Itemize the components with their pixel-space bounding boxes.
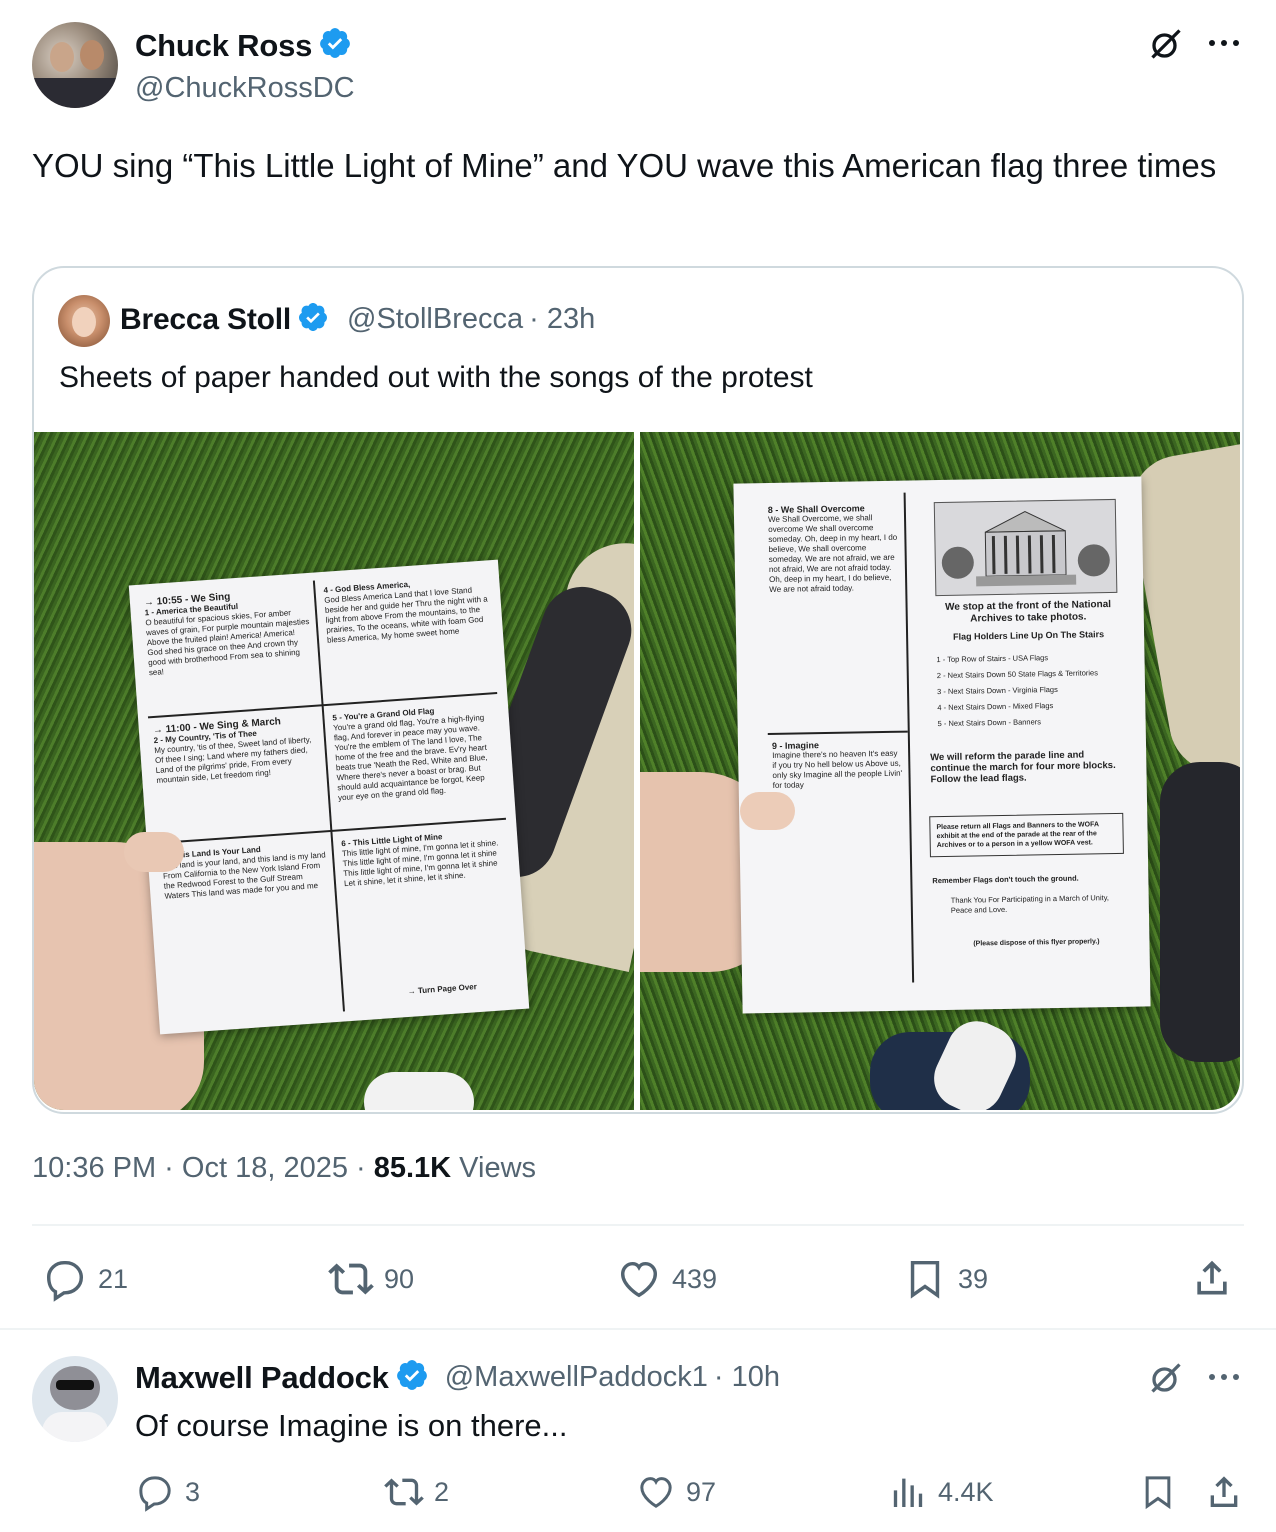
- repost-count: 90: [384, 1263, 415, 1294]
- reply-count: 21: [98, 1263, 129, 1294]
- share-icon: [1197, 1260, 1227, 1295]
- flyer-thanks: Thank You For Participating in a March o…: [950, 893, 1110, 915]
- flyer-lyrics: We Shall Overcome, we shall overcome We …: [767, 513, 898, 594]
- quoted-author-avatar[interactable]: [58, 295, 110, 347]
- quoted-tweet-text: Sheets of paper handed out with the song…: [59, 361, 813, 394]
- share-icon: [1210, 1476, 1238, 1507]
- like-count: 439: [672, 1263, 718, 1294]
- author-avatar[interactable]: [32, 22, 118, 108]
- views-icon: [893, 1478, 923, 1507]
- grok-icon[interactable]: [1148, 1360, 1184, 1396]
- flyer-left: → 10:55 - We Sing 1 - America the Beauti…: [128, 559, 530, 1035]
- reply-repost-count: 2: [434, 1476, 450, 1507]
- like-icon: [620, 1261, 658, 1298]
- verified-badge-icon: [297, 301, 329, 338]
- photo-right[interactable]: 8 - We Shall Overcome We Shall Overcome,…: [640, 432, 1240, 1110]
- reply-share-button[interactable]: [1204, 1472, 1244, 1517]
- flyer-right: 8 - We Shall Overcome We Shall Overcome,…: [733, 476, 1151, 1014]
- reply-button[interactable]: 21: [42, 1256, 128, 1302]
- views-label: Views: [451, 1152, 537, 1184]
- author-name[interactable]: Chuck Ross: [135, 28, 312, 64]
- reply-author-handle[interactable]: @MaxwellPaddock1: [445, 1361, 708, 1394]
- flyer-reform-note: We will reform the parade line and conti…: [930, 749, 1116, 786]
- reply-reply-count: 3: [185, 1476, 201, 1507]
- bookmark-icon: [910, 1260, 940, 1299]
- reply-reply-button[interactable]: 3: [135, 1472, 200, 1512]
- verified-badge-icon: [395, 1358, 429, 1397]
- like-icon: [640, 1477, 672, 1508]
- reply-age[interactable]: · 10h: [714, 1361, 780, 1394]
- repost-icon: [328, 1263, 374, 1295]
- author-handle[interactable]: @ChuckRossDC: [135, 72, 355, 105]
- flyer-stair-row: 5 - Next Stairs Down - Banners: [937, 717, 1042, 729]
- repost-button[interactable]: 90: [328, 1256, 414, 1302]
- tweet-text: YOU sing “This Little Light of Mine” and…: [32, 147, 1217, 184]
- quoted-tweet-age[interactable]: · 23h: [529, 303, 595, 336]
- tweet-timestamp[interactable]: 10:36 PM · Oct 18, 2025 ·: [32, 1152, 374, 1184]
- more-icon[interactable]: [1206, 1364, 1242, 1390]
- like-button[interactable]: 439: [616, 1256, 717, 1302]
- reply-like-button[interactable]: 97: [636, 1472, 716, 1512]
- quoted-author-handle[interactable]: @StollBrecca: [347, 303, 523, 336]
- bookmark-icon: [1145, 1476, 1171, 1510]
- reply-author-avatar[interactable]: [32, 1356, 118, 1442]
- flyer-remember: Remember Flags don't touch the ground.: [932, 873, 1079, 886]
- flyer-lyrics: Imagine there's no heaven It's easy if y…: [772, 748, 903, 790]
- flyer-lyrics: You're a grand old flag, You're a high-f…: [332, 712, 488, 803]
- flyer-lyrics: O beautiful for spacious skies, For ambe…: [145, 608, 310, 678]
- reply-icon: [46, 1260, 84, 1302]
- reply-views-count: 4.4K: [938, 1476, 994, 1507]
- quoted-author-name[interactable]: Brecca Stoll: [120, 303, 291, 337]
- divider: [0, 1328, 1276, 1330]
- more-icon[interactable]: [1206, 30, 1242, 56]
- bookmark-button[interactable]: 39: [902, 1256, 988, 1302]
- share-button[interactable]: [1190, 1256, 1234, 1305]
- divider: [32, 1224, 1244, 1226]
- archives-building-image: [933, 498, 1118, 597]
- reply-bookmark-button[interactable]: [1138, 1472, 1178, 1517]
- flyer-notice: Flag Holders Line Up On The Stairs: [953, 629, 1105, 642]
- repost-icon: [384, 1478, 424, 1506]
- flyer-return-box: Please return all Flags and Banners to t…: [929, 812, 1124, 858]
- reply-text: Of course Imagine is on there...: [135, 1408, 568, 1443]
- flyer-notice: We stop at the front of the National Arc…: [945, 599, 1112, 625]
- verified-badge-icon[interactable]: [318, 26, 352, 65]
- flyer-turn-page: → Turn Page Over: [407, 982, 478, 996]
- flyer-dispose: (Please dispose of this flyer properly.): [973, 938, 1100, 948]
- reply-views-button[interactable]: 4.4K: [888, 1472, 994, 1512]
- reply-author-name[interactable]: Maxwell Paddock: [135, 1360, 389, 1396]
- reply-icon: [139, 1476, 171, 1512]
- bookmark-count: 39: [958, 1263, 989, 1294]
- photo-left[interactable]: → 10:55 - We Sing 1 - America the Beauti…: [34, 432, 634, 1110]
- flyer-lyrics: God Bless America Land that I love Stand…: [323, 585, 488, 645]
- reply-repost-button[interactable]: 2: [384, 1472, 449, 1512]
- grok-icon[interactable]: [1148, 26, 1184, 62]
- views-count: 85.1K: [373, 1152, 452, 1184]
- reply-like-count: 97: [686, 1476, 717, 1507]
